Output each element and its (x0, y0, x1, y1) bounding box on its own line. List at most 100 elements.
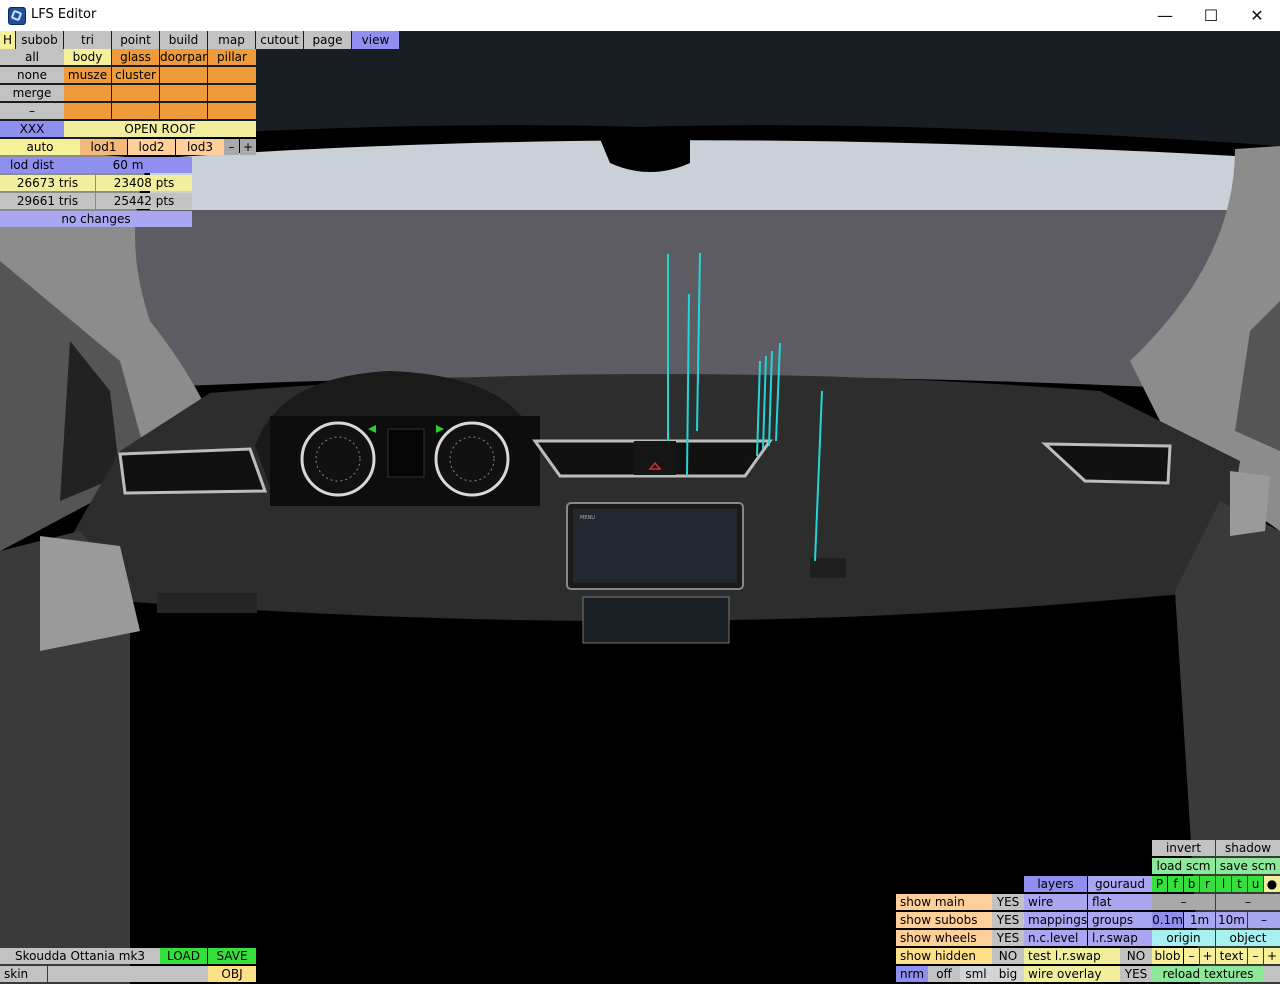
view-t-button[interactable]: t (1232, 876, 1247, 892)
view-p-button[interactable]: P (1152, 876, 1167, 892)
select-all-button[interactable]: all (0, 49, 64, 65)
xxx-button[interactable]: XXX (0, 121, 64, 137)
subobject-body[interactable]: body (64, 49, 111, 65)
lr-swap-button[interactable]: l.r.swap (1088, 930, 1152, 946)
menu-tab-tri[interactable]: tri (64, 31, 111, 49)
save-scm-button[interactable]: save scm (1216, 858, 1280, 874)
menu-tab-map[interactable]: map (208, 31, 255, 49)
shadow-button[interactable]: shadow (1216, 840, 1280, 856)
step-dash-2[interactable]: – (1216, 894, 1280, 910)
select-none-button[interactable]: none (0, 67, 64, 83)
off-button[interactable]: off (928, 966, 960, 982)
menu-tab-point[interactable]: point (112, 31, 159, 49)
subobject-empty[interactable] (64, 103, 111, 119)
mappings-button[interactable]: mappings (1024, 912, 1087, 928)
invert-button[interactable]: invert (1152, 840, 1215, 856)
merge-button[interactable]: merge (0, 85, 64, 101)
show-wheels-toggle[interactable]: YES (992, 930, 1024, 946)
subobject-empty[interactable] (112, 85, 159, 101)
step-minus-button[interactable]: – (1248, 912, 1280, 928)
view-u-button[interactable]: u (1248, 876, 1263, 892)
view-dot-button[interactable]: ● (1264, 876, 1280, 892)
subobject-empty[interactable] (160, 85, 207, 101)
menu-tab-h[interactable]: H (0, 31, 15, 49)
load-button[interactable]: LOAD (160, 948, 207, 964)
object-button[interactable]: object (1216, 930, 1280, 946)
lod3-button[interactable]: lod3 (176, 139, 224, 155)
lod-plus-button[interactable]: + (240, 139, 256, 155)
skin-input[interactable] (48, 966, 208, 982)
nrm-button[interactable]: nrm (896, 966, 928, 982)
reload-extra[interactable] (1264, 966, 1280, 982)
menu-tab-page[interactable]: page (304, 31, 351, 49)
show-main-toggle[interactable]: YES (992, 894, 1024, 910)
text-label: text (1216, 948, 1247, 964)
test-lr-swap-toggle[interactable]: NO (1120, 948, 1152, 964)
groups-button[interactable]: groups (1088, 912, 1152, 928)
lod-dist-value[interactable]: 60 m (64, 157, 192, 173)
show-subobs-toggle[interactable]: YES (992, 912, 1024, 928)
origin-button[interactable]: origin (1152, 930, 1215, 946)
step-0-1m-button[interactable]: 0.1m (1152, 912, 1183, 928)
subobject-empty[interactable] (112, 103, 159, 119)
blob-minus-button[interactable]: – (1184, 948, 1199, 964)
subobject-cluster[interactable]: cluster (112, 67, 159, 83)
subobject-pillar[interactable]: pillar (208, 49, 256, 65)
3d-viewport[interactable]: MENU (0, 31, 1280, 984)
menu-tab-cutout[interactable]: cutout (256, 31, 303, 49)
reload-textures-button[interactable]: reload textures (1152, 966, 1264, 982)
nc-level-button[interactable]: n.c.level (1024, 930, 1087, 946)
layers-button[interactable]: layers (1024, 876, 1087, 892)
lod2-button[interactable]: lod2 (128, 139, 175, 155)
wire-button[interactable]: wire (1024, 894, 1087, 910)
view-f-button[interactable]: f (1168, 876, 1183, 892)
view-r-button[interactable]: r (1200, 876, 1215, 892)
minimize-button[interactable]: — (1142, 0, 1188, 31)
show-hidden-label: show hidden (896, 948, 992, 964)
subobject-doorpan[interactable]: doorpan (160, 49, 207, 65)
subobject-empty[interactable] (64, 85, 111, 101)
subobject-empty[interactable] (208, 103, 256, 119)
sml-button[interactable]: sml (960, 966, 992, 982)
show-hidden-toggle[interactable]: NO (992, 948, 1024, 964)
pts-count-2: 25442 pts (96, 193, 192, 209)
menu-tab-subob[interactable]: subob (16, 31, 63, 49)
maximize-button[interactable]: ☐ (1188, 0, 1234, 31)
cluster-display (387, 428, 425, 478)
lod-auto-button[interactable]: auto (0, 139, 80, 155)
subobject-empty[interactable] (160, 103, 207, 119)
view-l-button[interactable]: l (1216, 876, 1231, 892)
text-minus-button[interactable]: – (1248, 948, 1263, 964)
menu-tab-build[interactable]: build (160, 31, 207, 49)
minus-button[interactable]: – (0, 103, 64, 119)
lod1-button[interactable]: lod1 (80, 139, 127, 155)
subobject-empty[interactable] (208, 85, 256, 101)
show-main-label: show main (896, 894, 992, 910)
blob-plus-button[interactable]: + (1200, 948, 1215, 964)
hazard-panel (634, 441, 676, 475)
big-button[interactable]: big (992, 966, 1024, 982)
save-button[interactable]: SAVE (208, 948, 256, 964)
lod-minus-button[interactable]: – (224, 139, 239, 155)
subobject-glass[interactable]: glass (112, 49, 159, 65)
wire-overlay-toggle[interactable]: YES (1120, 966, 1152, 982)
menu-tab-view[interactable]: view (352, 31, 399, 49)
step-dash-1[interactable]: – (1152, 894, 1215, 910)
subobject-empty[interactable] (160, 67, 207, 83)
step-10m-button[interactable]: 10m (1216, 912, 1247, 928)
load-scm-button[interactable]: load scm (1152, 858, 1215, 874)
subobject-empty[interactable] (208, 67, 256, 83)
left-vent (118, 447, 268, 495)
text-plus-button[interactable]: + (1264, 948, 1280, 964)
view-b-button[interactable]: b (1184, 876, 1199, 892)
step-1m-button[interactable]: 1m (1184, 912, 1215, 928)
title-bar: LFS Editor — ☐ ✕ (0, 0, 1280, 32)
blob-label: blob (1152, 948, 1183, 964)
open-roof-button[interactable]: OPEN ROOF (64, 121, 256, 137)
flat-button[interactable]: flat (1088, 894, 1152, 910)
gouraud-button[interactable]: gouraud (1088, 876, 1152, 892)
close-button[interactable]: ✕ (1234, 0, 1280, 31)
subobject-musze[interactable]: musze (64, 67, 111, 83)
obj-button[interactable]: OBJ (208, 966, 256, 982)
screen-menu-label: MENU (580, 515, 595, 521)
